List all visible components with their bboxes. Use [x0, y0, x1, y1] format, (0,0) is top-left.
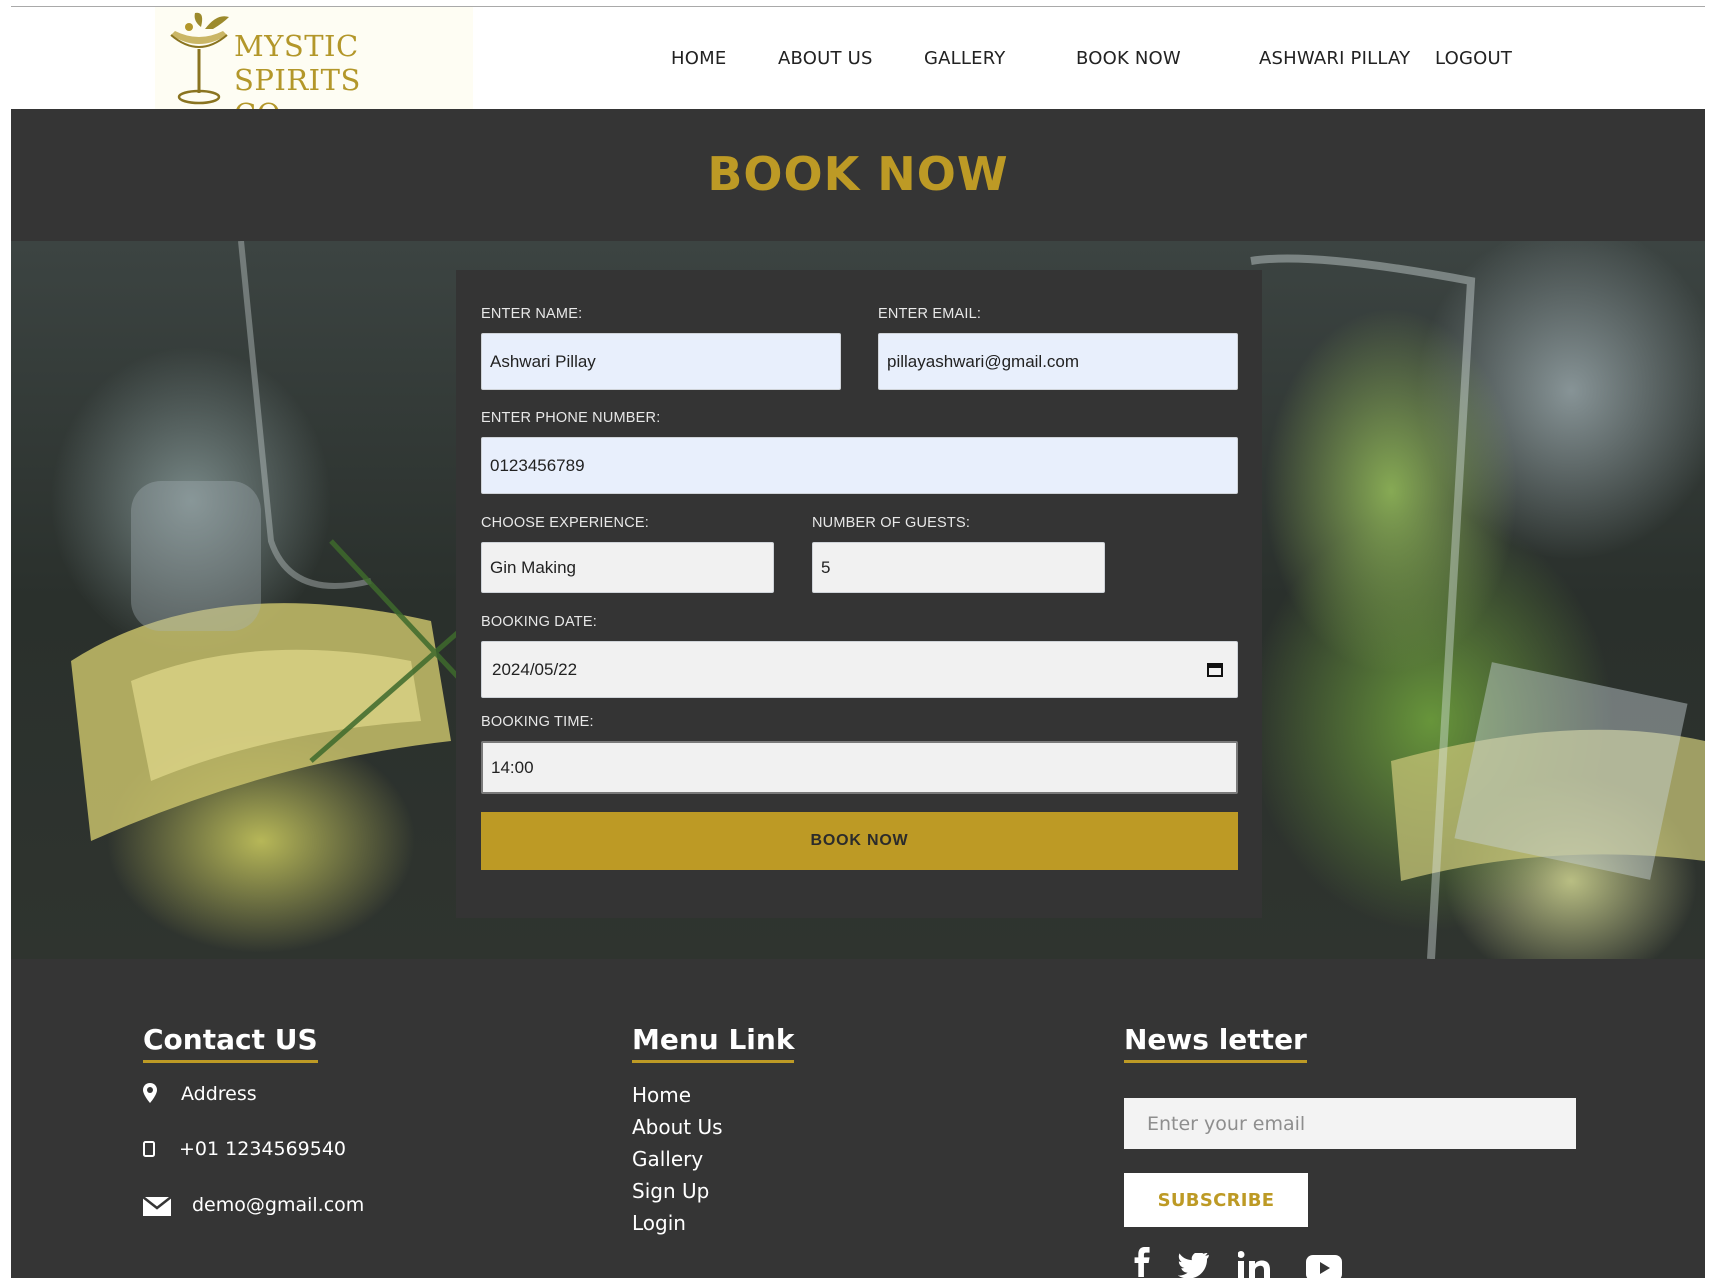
- date-value: 2024/05/22: [492, 659, 578, 679]
- nav-home[interactable]: HOME: [671, 48, 726, 69]
- newsletter-heading: News letter: [1124, 1023, 1307, 1063]
- cocktail-glass-icon: [170, 12, 229, 105]
- menu-heading: Menu Link: [632, 1023, 795, 1063]
- envelope-icon: [143, 1197, 171, 1216]
- contact-email[interactable]: demo@gmail.com: [192, 1194, 364, 1216]
- nav-book-now[interactable]: BOOK NOW: [1076, 48, 1181, 69]
- name-label: ENTER NAME:: [481, 306, 583, 322]
- time-label: BOOKING TIME:: [481, 714, 594, 730]
- nav-logout[interactable]: LOGOUT: [1435, 48, 1512, 69]
- page-title: BOOK NOW: [707, 147, 1009, 201]
- youtube-icon[interactable]: [1306, 1253, 1342, 1283]
- logo[interactable]: MYSTIC SPIRITS CO.: [155, 7, 473, 131]
- footer-link-about-us[interactable]: About Us: [632, 1115, 723, 1139]
- linkedin-icon[interactable]: [1238, 1251, 1270, 1281]
- map-pin-icon: [143, 1083, 157, 1103]
- nav-about-us[interactable]: ABOUT US: [778, 48, 873, 69]
- hero-background: ENTER NAME: Ashwari Pillay ENTER EMAIL: …: [11, 241, 1705, 959]
- contact-heading: Contact US: [143, 1023, 318, 1063]
- experience-label: CHOOSE EXPERIENCE:: [481, 515, 649, 531]
- footer-link-sign-up[interactable]: Sign Up: [632, 1179, 709, 1203]
- subscribe-button[interactable]: SUBSCRIBE: [1124, 1173, 1308, 1227]
- email-label: ENTER EMAIL:: [878, 306, 982, 322]
- guests-input[interactable]: 5: [812, 542, 1105, 593]
- facebook-icon[interactable]: [1134, 1247, 1152, 1277]
- phone-icon: [143, 1141, 155, 1157]
- calendar-icon[interactable]: [1207, 662, 1223, 677]
- twitter-icon[interactable]: [1178, 1253, 1210, 1283]
- logo-text-line1: MYSTIC SPIRITS: [234, 29, 361, 97]
- email-input[interactable]: pillayashwari@gmail.com: [878, 333, 1238, 390]
- booking-form: ENTER NAME: Ashwari Pillay ENTER EMAIL: …: [456, 270, 1262, 918]
- title-band: BOOK NOW: [11, 109, 1705, 241]
- experience-select[interactable]: Gin Making: [481, 542, 774, 593]
- guests-label: NUMBER OF GUESTS:: [812, 515, 971, 531]
- navbar: MYSTIC SPIRITS CO. HOME ABOUT US GALLERY…: [11, 7, 1705, 131]
- name-input[interactable]: Ashwari Pillay: [481, 333, 841, 390]
- date-label: BOOKING DATE:: [481, 614, 597, 630]
- nav-gallery[interactable]: GALLERY: [924, 48, 1005, 69]
- footer-link-gallery[interactable]: Gallery: [632, 1147, 703, 1171]
- contact-address: Address: [181, 1083, 257, 1105]
- time-input[interactable]: 14:00: [481, 741, 1238, 794]
- footer-link-home[interactable]: Home: [632, 1083, 691, 1107]
- book-now-button[interactable]: BOOK NOW: [481, 812, 1238, 870]
- phone-input[interactable]: 0123456789: [481, 437, 1238, 494]
- newsletter-email-input[interactable]: Enter your email: [1124, 1098, 1576, 1149]
- nav-user-name[interactable]: ASHWARI PILLAY: [1259, 48, 1410, 69]
- phone-label: ENTER PHONE NUMBER:: [481, 410, 661, 426]
- contact-phone: +01 1234569540: [179, 1138, 347, 1160]
- footer: Contact US Address +01 1234569540 demo@g…: [11, 959, 1705, 1281]
- footer-link-login[interactable]: Login: [632, 1211, 686, 1235]
- date-input[interactable]: 2024/05/22: [481, 641, 1238, 698]
